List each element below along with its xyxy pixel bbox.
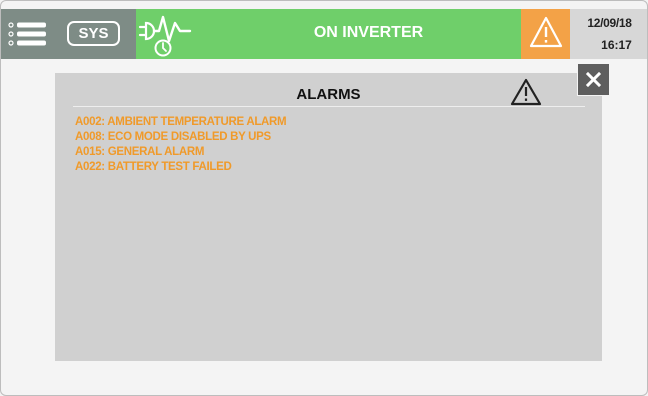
alarm-list: A002: AMBIENT TEMPERATURE ALARM A008: EC… — [75, 115, 287, 175]
alarm-item[interactable]: A008: ECO MODE DISABLED BY UPS — [75, 130, 286, 145]
time-text: 16:17 — [601, 38, 632, 52]
menu-button[interactable] — [1, 9, 57, 59]
active-alarm-button[interactable] — [521, 9, 570, 59]
date-text: 12/09/18 — [587, 16, 632, 30]
sys-button[interactable]: SYS — [67, 21, 120, 46]
close-button[interactable] — [578, 64, 609, 95]
top-bar: SYS ON INVERTER 12/09/18 16:17 — [1, 9, 647, 59]
status-bar: ON INVERTER — [136, 9, 521, 59]
warning-triangle-icon — [529, 16, 563, 48]
alarm-item[interactable]: A022: BATTERY TEST FAILED — [75, 160, 286, 175]
close-icon — [586, 72, 601, 87]
app-frame: SYS ON INVERTER 12/09/18 16:17 ALARMS A0… — [0, 0, 648, 396]
date-time-display: 12/09/18 16:17 — [570, 9, 647, 59]
title-divider — [73, 106, 585, 107]
alarm-item[interactable]: A015: GENERAL ALARM — [75, 145, 286, 160]
sys-area: SYS — [57, 9, 136, 59]
list-menu-icon — [8, 22, 46, 46]
alarms-panel: ALARMS A002: AMBIENT TEMPERATURE ALARM A… — [55, 73, 602, 361]
warning-triangle-icon — [510, 78, 542, 106]
alarm-item[interactable]: A002: AMBIENT TEMPERATURE ALARM — [75, 115, 287, 130]
